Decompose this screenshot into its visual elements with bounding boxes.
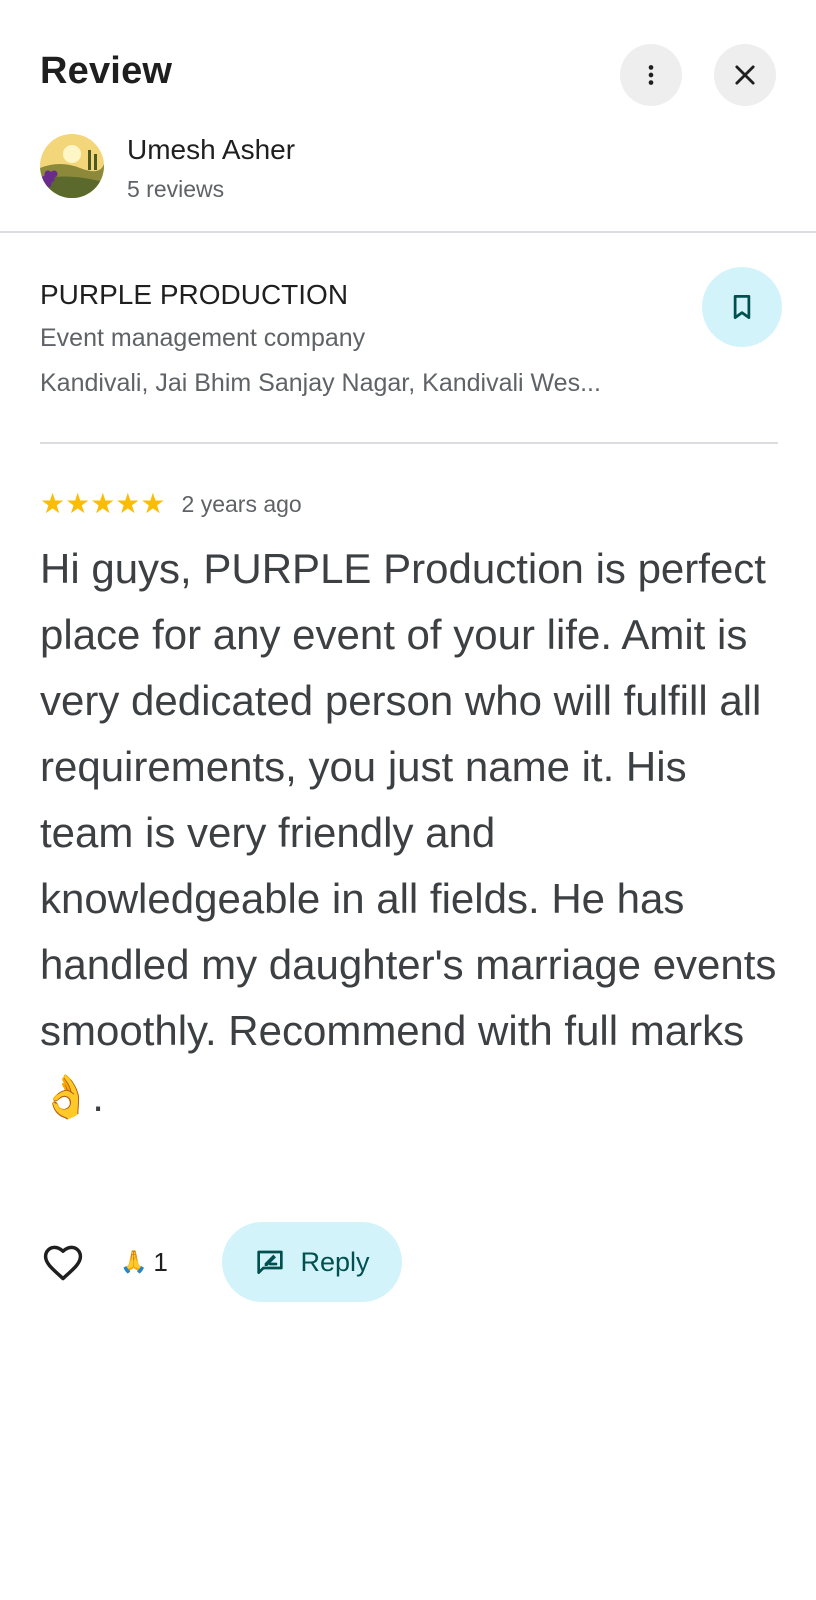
- bookmark-icon: [733, 295, 751, 319]
- review-text: Hi guys, PURPLE Production is perfect pl…: [40, 545, 777, 1120]
- more-vert-icon: [648, 65, 654, 85]
- close-icon: [735, 65, 755, 85]
- review-time: 2 years ago: [181, 490, 302, 517]
- heart-icon: [43, 1245, 83, 1281]
- pray-emoji: 🙏: [120, 1249, 148, 1274]
- author-name[interactable]: Umesh Asher: [127, 134, 295, 166]
- place-address: Kandivali, Jai Bhim Sanjay Nagar, Kandiv…: [40, 369, 601, 397]
- reply-button[interactable]: Reply: [222, 1222, 402, 1302]
- review-meta: ★★★★★ 2 years ago: [40, 486, 302, 522]
- divider: [0, 231, 816, 233]
- reply-label: Reply: [300, 1246, 370, 1277]
- reaction-count: 1: [153, 1246, 168, 1277]
- author-review-count: 5 reviews: [127, 176, 225, 202]
- like-button[interactable]: [40, 1240, 86, 1286]
- close-button[interactable]: [714, 44, 776, 106]
- header: Review: [40, 44, 776, 106]
- save-button[interactable]: [702, 267, 782, 347]
- avatar[interactable]: [40, 134, 104, 198]
- place-name[interactable]: PURPLE PRODUCTION: [40, 275, 720, 315]
- reaction-summary[interactable]: 🙏 1: [120, 1242, 168, 1282]
- author-block[interactable]: Umesh Asher 5 reviews: [40, 134, 640, 202]
- review-page: Review Umesh Asher 5 reviews PURPLE PROD…: [0, 0, 816, 1600]
- reply-icon: [257, 1250, 284, 1274]
- page-title: Review: [40, 50, 173, 92]
- more-options-button[interactable]: [620, 44, 682, 106]
- place-block[interactable]: PURPLE PRODUCTION Event management compa…: [40, 275, 720, 403]
- place-type: Event management company: [40, 324, 366, 352]
- divider: [40, 442, 778, 444]
- star-rating: ★★★★★: [40, 488, 166, 519]
- review-actions: 🙏 1 Reply: [40, 1222, 780, 1302]
